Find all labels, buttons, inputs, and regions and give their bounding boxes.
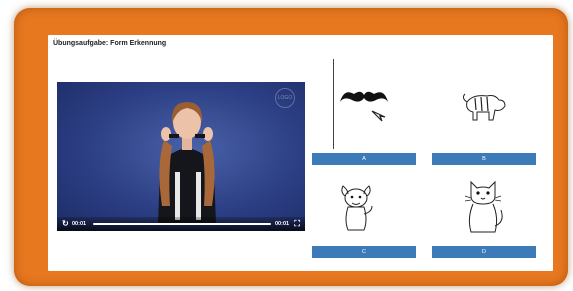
- option-button-d[interactable]: D: [432, 246, 536, 258]
- video-player[interactable]: LOGO ↻ 00:01 00:01 ⛶: [57, 82, 305, 231]
- signer-image: [158, 102, 216, 224]
- mustache-icon: [340, 91, 388, 122]
- cat-icon: [464, 180, 503, 233]
- replay-icon[interactable]: ↻: [62, 219, 69, 228]
- page-title: Übungsaufgabe: Form Erkennung: [53, 40, 167, 47]
- exercise-card: Übungsaufgabe: Form Erkennung LOGO ↻ 00:…: [48, 35, 553, 271]
- option-button-c[interactable]: C: [312, 246, 416, 258]
- option-button-b[interactable]: B: [432, 153, 536, 165]
- dog-icon: [341, 185, 373, 231]
- divider: [333, 59, 334, 149]
- tiger-icon: [463, 93, 506, 121]
- current-time: 00:01: [72, 221, 87, 227]
- duration: 00:01: [275, 221, 290, 227]
- progress-bar[interactable]: [93, 223, 271, 225]
- watermark-logo: LOGO: [275, 88, 295, 108]
- video-controls: ↻ 00:01 00:01 ⛶: [57, 217, 305, 231]
- option-button-a[interactable]: A: [312, 153, 416, 165]
- fullscreen-icon[interactable]: ⛶: [294, 219, 300, 229]
